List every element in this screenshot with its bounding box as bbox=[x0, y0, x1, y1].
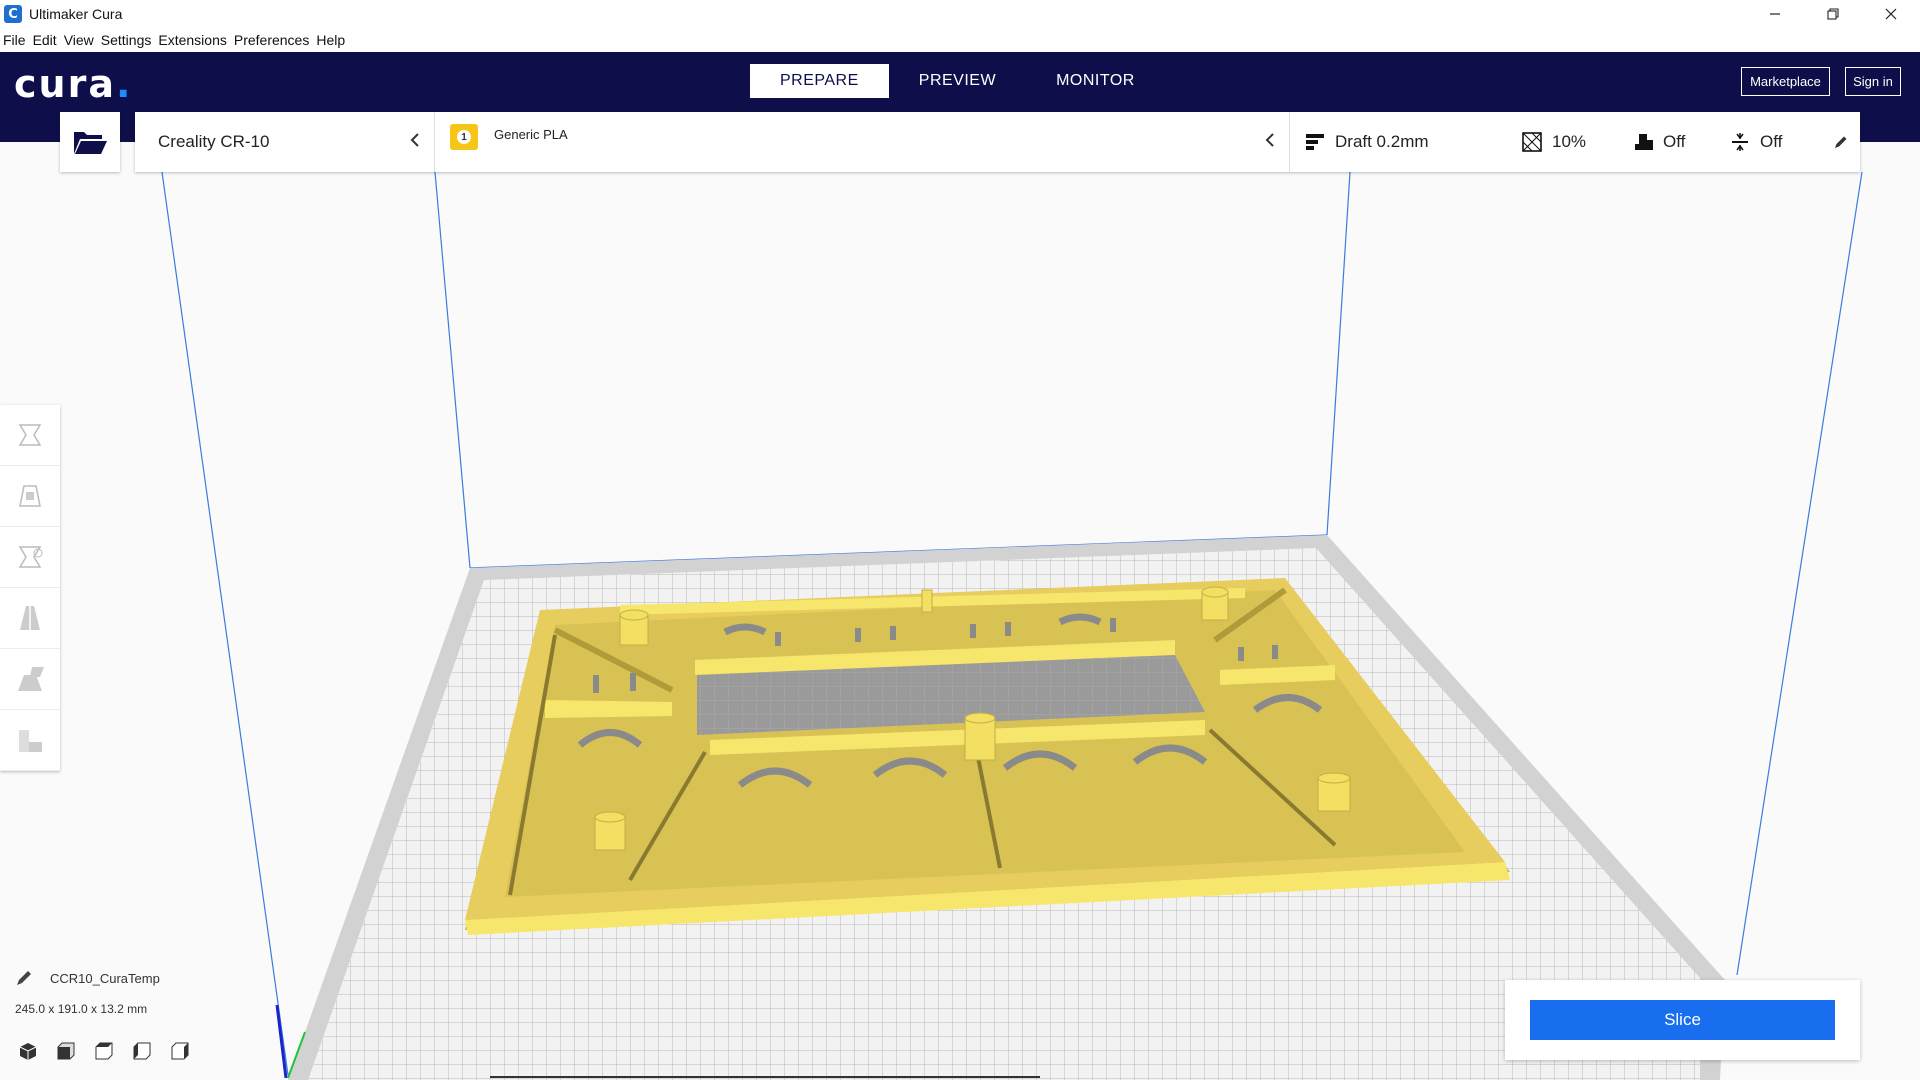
object-name-row: CCR10_CuraTemp bbox=[14, 968, 160, 988]
infill-icon bbox=[1522, 132, 1542, 152]
menu-settings[interactable]: Settings bbox=[101, 32, 152, 48]
material-name: Generic PLA bbox=[494, 127, 568, 142]
view-front-button[interactable] bbox=[56, 1040, 94, 1062]
adhesion-value: Off bbox=[1760, 132, 1783, 151]
scale-icon bbox=[19, 485, 41, 507]
rotate-icon bbox=[18, 546, 43, 568]
object-name: CCR10_CuraTemp bbox=[50, 970, 160, 986]
menu-edit[interactable]: Edit bbox=[33, 32, 57, 48]
extruder-badge: 1 bbox=[450, 124, 478, 150]
per-model-settings-button[interactable] bbox=[0, 649, 60, 710]
menu-help[interactable]: Help bbox=[316, 32, 345, 48]
chevron-left-icon bbox=[410, 132, 420, 153]
move-tool-button[interactable] bbox=[0, 405, 60, 466]
open-file-button[interactable] bbox=[60, 112, 120, 172]
sign-in-button[interactable]: Sign in bbox=[1845, 67, 1901, 96]
extruder-number: 1 bbox=[457, 130, 471, 144]
marketplace-button[interactable]: Marketplace bbox=[1741, 67, 1830, 96]
tab-prepare[interactable]: PREPARE bbox=[750, 64, 889, 98]
adhesion-icon bbox=[1732, 133, 1748, 151]
tab-preview[interactable]: PREVIEW bbox=[889, 64, 1026, 98]
camera-view-buttons bbox=[18, 1040, 208, 1062]
material-selector[interactable]: 1 Generic PLA bbox=[435, 112, 1290, 172]
cube-front-icon bbox=[57, 1042, 75, 1060]
action-panel: Slice bbox=[1505, 980, 1860, 1060]
menu-file[interactable]: File bbox=[3, 32, 26, 48]
profile-layers-icon bbox=[1306, 134, 1324, 150]
3d-viewport[interactable]: CCR10_CuraTemp 245.0 x 191.0 x 13.2 mm S… bbox=[0, 142, 1920, 1080]
z-axis-line bbox=[275, 1004, 288, 1079]
profile-name: Draft 0.2mm bbox=[1335, 132, 1429, 151]
menu-view[interactable]: View bbox=[64, 32, 94, 48]
profile-item: Draft 0.2mm bbox=[1305, 132, 1429, 152]
pencil-icon bbox=[1835, 136, 1847, 148]
mirror-icon bbox=[20, 604, 40, 632]
adhesion-item: Off bbox=[1730, 132, 1782, 152]
pencil-icon[interactable] bbox=[14, 968, 34, 988]
support-blocker-icon bbox=[19, 730, 42, 752]
scene-canvas bbox=[161, 171, 1863, 1080]
infill-value: 10% bbox=[1552, 132, 1587, 151]
cube-left-icon bbox=[133, 1042, 151, 1060]
view-right-button[interactable] bbox=[170, 1040, 208, 1062]
cura-window: C Ultimaker Cura File Edit View Settings… bbox=[0, 0, 1920, 1080]
window-controls bbox=[1746, 0, 1920, 28]
move-icon bbox=[18, 424, 42, 446]
menu-bar: File Edit View Settings Extensions Prefe… bbox=[0, 28, 1920, 52]
cura-logo: cura. bbox=[14, 62, 132, 106]
printer-selector[interactable]: Creality CR-10 bbox=[135, 112, 435, 172]
close-icon[interactable] bbox=[1862, 0, 1920, 28]
printer-name: Creality CR-10 bbox=[158, 132, 270, 151]
view-3d-button[interactable] bbox=[18, 1040, 56, 1062]
rotate-tool-button[interactable] bbox=[0, 527, 60, 588]
title-bar: C Ultimaker Cura bbox=[0, 0, 1920, 28]
window-title: Ultimaker Cura bbox=[29, 6, 123, 22]
logo-dot: . bbox=[115, 62, 133, 106]
logo-text: cura bbox=[14, 62, 116, 106]
cube-top-icon bbox=[95, 1042, 113, 1060]
cube-right-icon bbox=[171, 1042, 189, 1060]
print-settings-selector[interactable]: Draft 0.2mm 10% Off Off bbox=[1290, 112, 1860, 172]
cube-3d-icon bbox=[19, 1043, 37, 1060]
menu-preferences[interactable]: Preferences bbox=[234, 32, 309, 48]
menu-extensions[interactable]: Extensions bbox=[158, 32, 226, 48]
minimize-icon[interactable] bbox=[1746, 0, 1804, 28]
object-dimensions: 245.0 x 191.0 x 13.2 mm bbox=[15, 1002, 148, 1016]
stage-tabs: PREPARE PREVIEW MONITOR bbox=[750, 64, 1165, 98]
view-top-button[interactable] bbox=[94, 1040, 132, 1062]
support-item: Off bbox=[1633, 132, 1685, 152]
folder-open-icon bbox=[74, 132, 107, 154]
view-left-button[interactable] bbox=[132, 1040, 170, 1062]
chevron-left-icon bbox=[1265, 132, 1275, 153]
custom-settings-pencil[interactable] bbox=[1833, 134, 1859, 150]
cura-c-icon: C bbox=[4, 5, 22, 23]
support-icon bbox=[1635, 134, 1653, 150]
per-model-settings-icon bbox=[18, 667, 44, 691]
support-value: Off bbox=[1663, 132, 1686, 151]
slice-button[interactable]: Slice bbox=[1530, 1000, 1835, 1040]
restore-icon[interactable] bbox=[1804, 0, 1862, 28]
transform-toolbar bbox=[0, 405, 60, 771]
infill-item: 10% bbox=[1522, 132, 1586, 152]
scale-tool-button[interactable] bbox=[0, 466, 60, 527]
print-setup-bar: Creality CR-10 1 Generic PLA Draft 0.2mm… bbox=[135, 112, 1860, 172]
tab-monitor[interactable]: MONITOR bbox=[1026, 64, 1165, 98]
mirror-tool-button[interactable] bbox=[0, 588, 60, 649]
support-blocker-button[interactable] bbox=[0, 710, 60, 771]
